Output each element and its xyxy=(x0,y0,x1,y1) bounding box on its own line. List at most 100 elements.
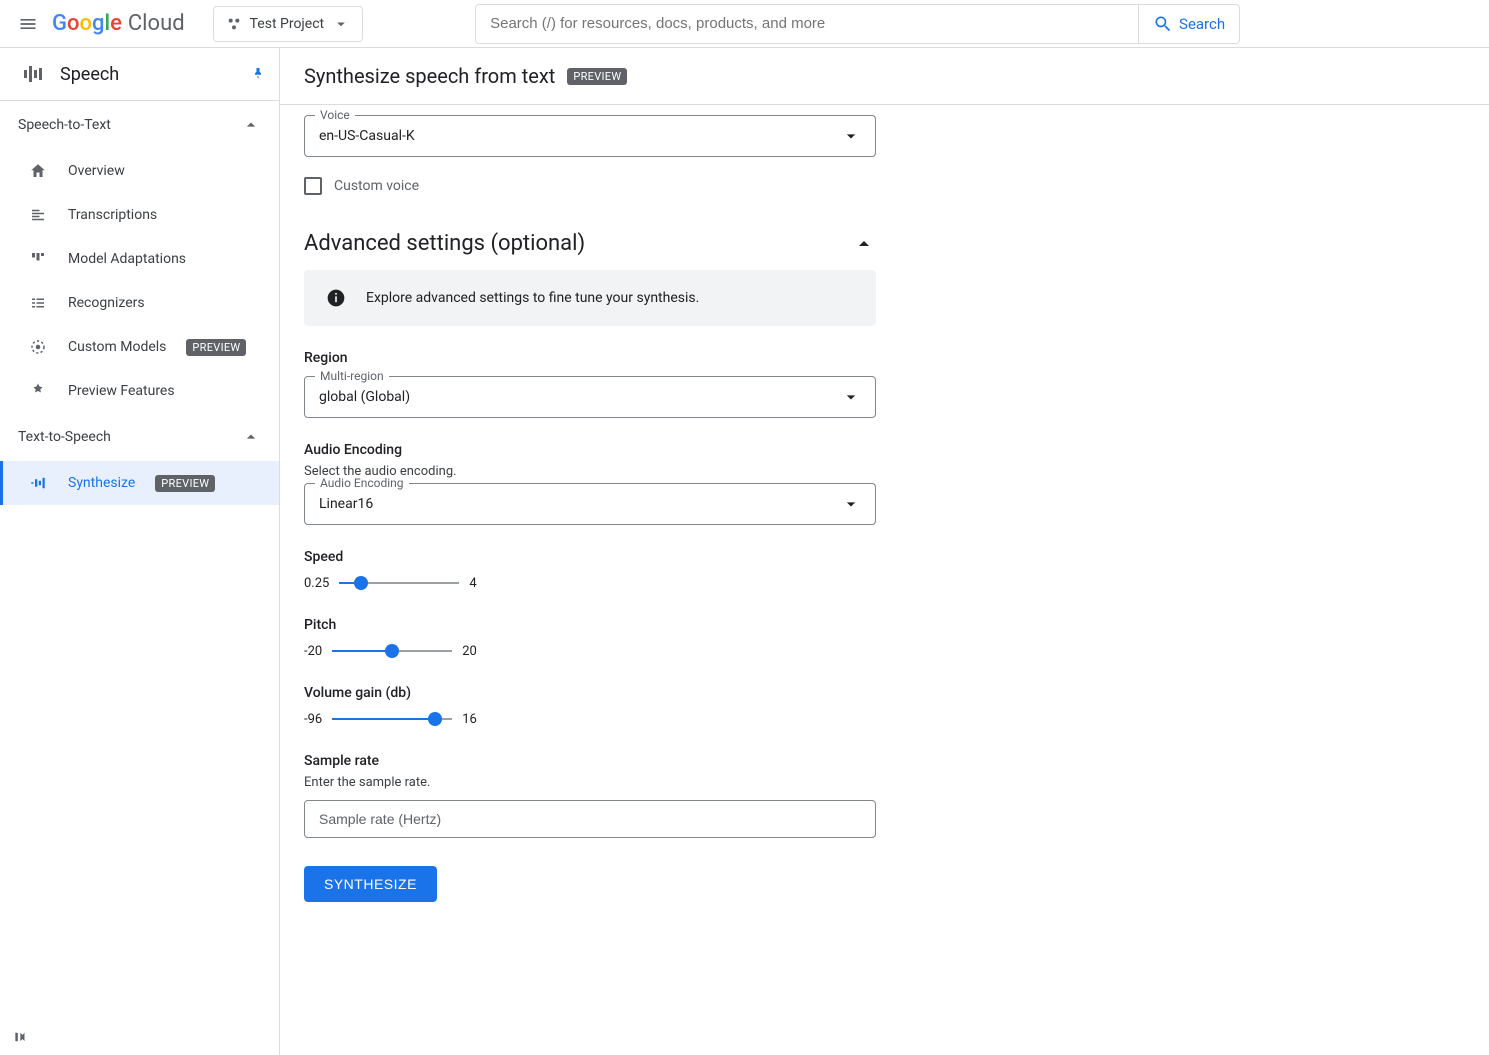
project-scope-icon xyxy=(226,16,242,32)
volume-min: -96 xyxy=(304,712,322,727)
region-label: Multi-region xyxy=(315,369,389,383)
search-bar: Search xyxy=(475,4,1240,44)
slider-thumb[interactable] xyxy=(354,576,368,590)
sidebar-header: Speech xyxy=(0,48,279,101)
sample-rate-heading: Sample rate xyxy=(304,753,876,769)
dropdown-icon xyxy=(841,126,861,146)
sidebar-item-model-adaptations[interactable]: Model Adaptations xyxy=(0,237,279,281)
preview-features-icon xyxy=(29,382,47,400)
recognizers-icon xyxy=(29,294,47,312)
sample-rate-sub: Enter the sample rate. xyxy=(304,775,876,790)
sidebar-section-tts[interactable]: Text-to-Speech xyxy=(0,413,279,461)
sidebar-item-recognizers[interactable]: Recognizers xyxy=(0,281,279,325)
sidebar-item-label: Synthesize xyxy=(68,475,135,491)
main-content: Synthesize speech from text PREVIEW Voic… xyxy=(280,48,1489,1055)
advanced-info-text: Explore advanced settings to fine tune y… xyxy=(366,290,699,306)
google-cloud-logo[interactable]: Google Cloud xyxy=(52,11,185,36)
slider-thumb[interactable] xyxy=(385,644,399,658)
pitch-heading: Pitch xyxy=(304,617,876,633)
search-input[interactable] xyxy=(476,5,1138,43)
pitch-min: -20 xyxy=(304,644,322,659)
region-heading: Region xyxy=(304,350,876,366)
advanced-info-banner: Explore advanced settings to fine tune y… xyxy=(304,270,876,326)
hamburger-icon xyxy=(18,14,38,34)
dropdown-icon xyxy=(841,494,861,514)
sample-rate-input[interactable] xyxy=(319,811,861,827)
project-name: Test Project xyxy=(250,16,324,32)
custom-voice-label: Custom voice xyxy=(334,178,419,194)
custom-voice-row: Custom voice xyxy=(304,177,876,195)
chevron-up-icon xyxy=(852,232,876,256)
speed-max: 4 xyxy=(469,576,476,591)
sidebar-item-label: Model Adaptations xyxy=(68,251,186,267)
sidebar-item-label: Overview xyxy=(68,163,125,179)
audio-encoding-value: Linear16 xyxy=(319,496,841,512)
voice-value: en-US-Casual-K xyxy=(319,128,841,144)
sidebar-item-label: Recognizers xyxy=(68,295,145,311)
sidebar-item-label: Custom Models xyxy=(68,339,166,355)
search-button-label: Search xyxy=(1179,15,1225,33)
voice-label: Voice xyxy=(315,108,355,122)
sidebar-title: Speech xyxy=(60,64,233,85)
speech-product-icon xyxy=(20,62,44,86)
chevron-up-icon xyxy=(241,427,261,447)
sample-rate-field xyxy=(304,800,876,838)
transcriptions-icon xyxy=(29,206,47,224)
audio-encoding-heading: Audio Encoding xyxy=(304,442,876,458)
adaptations-icon xyxy=(29,250,47,268)
sidebar-section-stt-label: Speech-to-Text xyxy=(18,117,241,133)
speed-heading: Speed xyxy=(304,549,876,565)
sidebar-item-preview-features[interactable]: Preview Features xyxy=(0,369,279,413)
page-title: Synthesize speech from text xyxy=(304,64,555,88)
sidebar-item-custom-models[interactable]: Custom Models PREVIEW xyxy=(0,325,279,369)
sidebar-section-stt[interactable]: Speech-to-Text xyxy=(0,101,279,149)
volume-slider[interactable] xyxy=(332,709,452,729)
pitch-slider[interactable] xyxy=(332,641,452,661)
dropdown-icon xyxy=(841,387,861,407)
sidebar-item-label: Preview Features xyxy=(68,383,175,399)
pitch-slider-row: -20 20 xyxy=(304,641,876,661)
custom-models-icon xyxy=(29,338,47,356)
home-icon xyxy=(29,162,47,180)
custom-voice-checkbox[interactable] xyxy=(304,177,322,195)
collapse-sidebar-button[interactable] xyxy=(12,1027,32,1047)
search-button[interactable]: Search xyxy=(1138,5,1239,43)
chevron-left-icon xyxy=(12,1027,32,1047)
region-select[interactable]: Multi-region global (Global) xyxy=(304,376,876,418)
region-value: global (Global) xyxy=(319,389,841,405)
audio-encoding-select[interactable]: Audio Encoding Linear16 xyxy=(304,483,876,525)
slider-thumb[interactable] xyxy=(428,712,442,726)
preview-chip: PREVIEW xyxy=(567,68,627,85)
synthesize-button[interactable]: SYNTHESIZE xyxy=(304,866,437,902)
speed-slider-row: 0.25 4 xyxy=(304,573,876,593)
dropdown-icon xyxy=(332,15,350,33)
volume-heading: Volume gain (db) xyxy=(304,685,876,701)
nav-menu-button[interactable] xyxy=(16,12,40,36)
sidebar-item-transcriptions[interactable]: Transcriptions xyxy=(0,193,279,237)
sidebar-item-synthesize[interactable]: Synthesize PREVIEW xyxy=(0,461,279,505)
speed-min: 0.25 xyxy=(304,576,329,591)
advanced-settings-toggle[interactable]: Advanced settings (optional) xyxy=(304,231,876,256)
sidebar-item-overview[interactable]: Overview xyxy=(0,149,279,193)
sidebar-item-label: Transcriptions xyxy=(68,207,157,223)
preview-chip: PREVIEW xyxy=(155,475,215,492)
volume-max: 16 xyxy=(462,712,477,727)
synthesize-icon xyxy=(29,474,47,492)
volume-slider-row: -96 16 xyxy=(304,709,876,729)
pitch-max: 20 xyxy=(462,644,477,659)
top-bar: Google Cloud Test Project Search xyxy=(0,0,1489,48)
sidebar-section-tts-label: Text-to-Speech xyxy=(18,429,241,445)
pin-icon[interactable] xyxy=(249,65,267,83)
speed-slider[interactable] xyxy=(339,573,459,593)
sidebar: Speech Speech-to-Text Overview Transcrip… xyxy=(0,48,280,1055)
audio-encoding-label: Audio Encoding xyxy=(315,476,409,490)
page-header: Synthesize speech from text PREVIEW xyxy=(280,48,1489,105)
chevron-up-icon xyxy=(241,115,261,135)
info-icon xyxy=(326,288,346,308)
logo-cloud-text: Cloud xyxy=(128,11,185,36)
project-picker-button[interactable]: Test Project xyxy=(213,6,363,42)
preview-chip: PREVIEW xyxy=(186,339,246,356)
search-icon xyxy=(1153,14,1173,34)
voice-select[interactable]: Voice en-US-Casual-K xyxy=(304,115,876,157)
advanced-settings-title: Advanced settings (optional) xyxy=(304,231,852,256)
